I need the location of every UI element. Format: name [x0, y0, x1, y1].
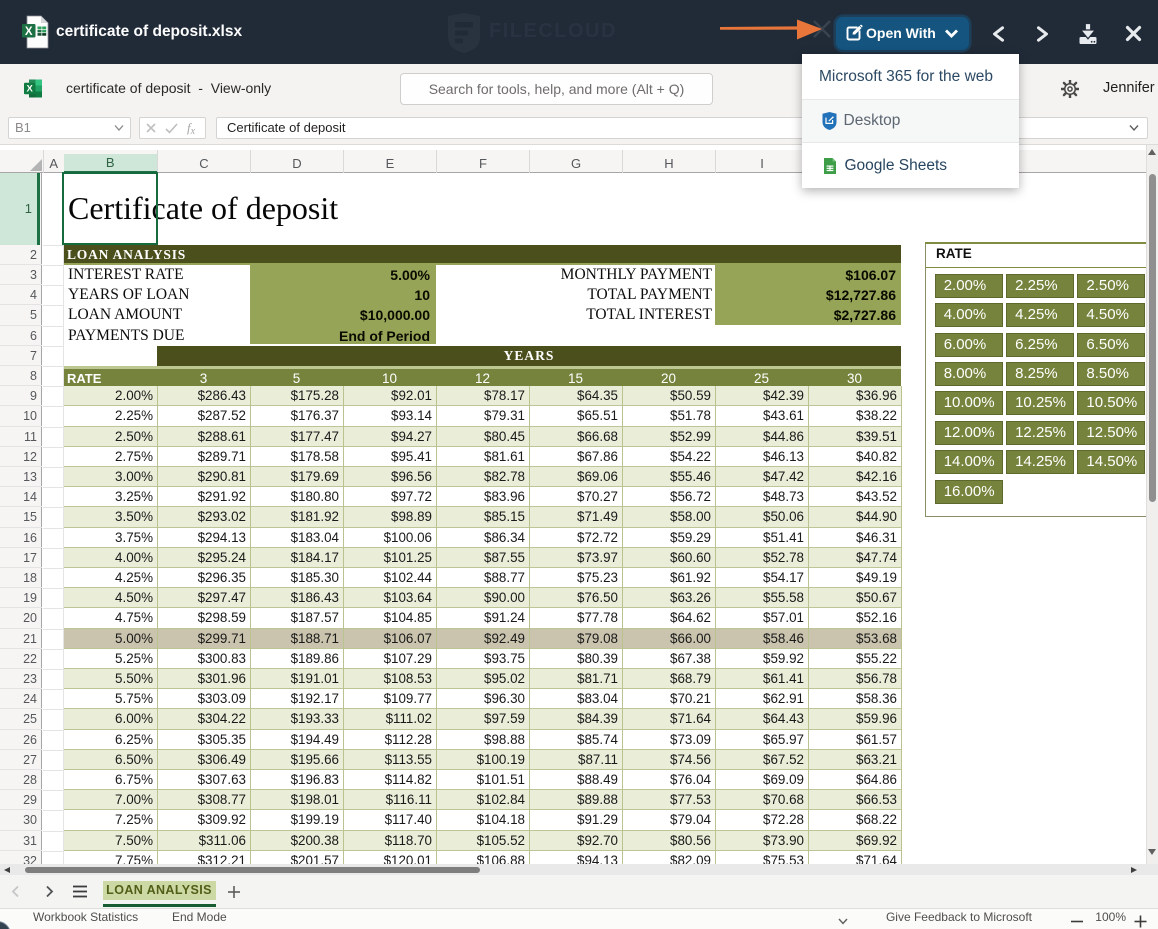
svg-text:X: X [27, 83, 34, 94]
svg-text:X: X [25, 26, 33, 38]
